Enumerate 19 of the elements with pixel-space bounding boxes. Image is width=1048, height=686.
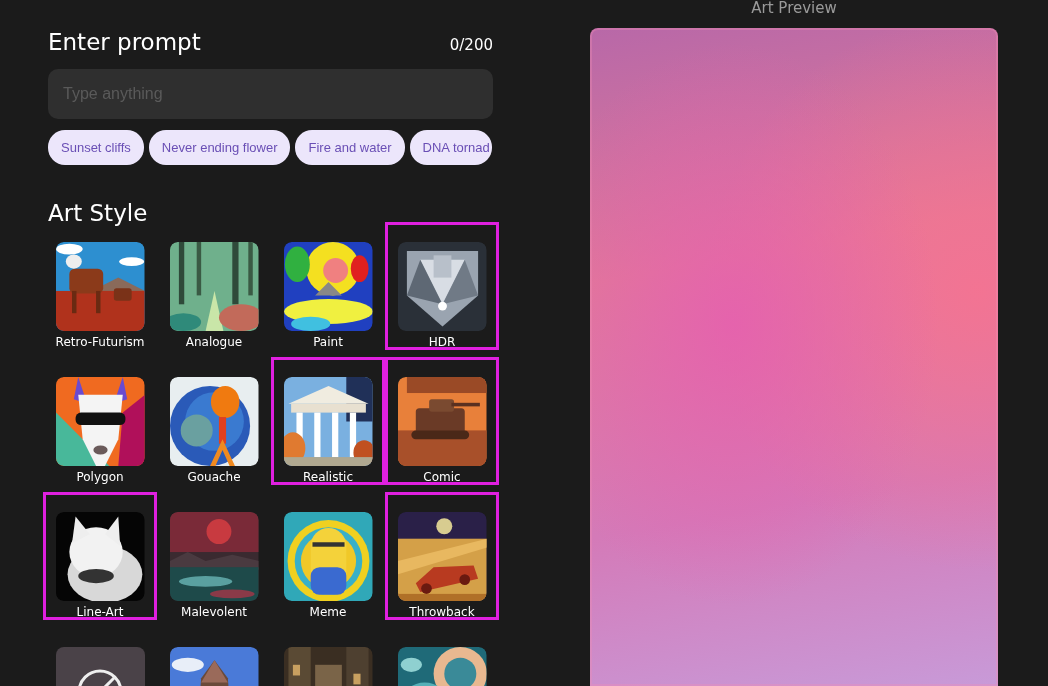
suggestion-chip[interactable]: DNA tornad [409, 130, 492, 165]
style-option[interactable]: HDR [385, 222, 499, 350]
suggestion-chip[interactable]: Never ending flower [148, 130, 291, 165]
style-option[interactable]: Analogue [157, 222, 271, 350]
suggestion-chip[interactable]: Sunset cliffs [48, 130, 144, 165]
style-option[interactable]: Comic [385, 357, 499, 485]
preview-title: Art Preview [750, 0, 838, 17]
style-option[interactable]: Throwback [385, 492, 499, 620]
character-counter: 0/200 [449, 35, 493, 56]
style-option[interactable]: Realistic [271, 357, 385, 485]
style-option[interactable]: Paint [271, 222, 385, 350]
section-title: Art Style [48, 199, 149, 228]
style-option[interactable]: Line-Art [43, 492, 157, 620]
style-option[interactable]: Gouache [157, 357, 271, 485]
style-option[interactable]: Polygon [43, 357, 157, 485]
style-option[interactable]: Meme [271, 492, 385, 620]
suggestion-chip[interactable]: Fire and water [295, 130, 405, 165]
style-option[interactable]: Malevolent [157, 492, 271, 620]
section-title: Enter prompt [48, 28, 201, 57]
